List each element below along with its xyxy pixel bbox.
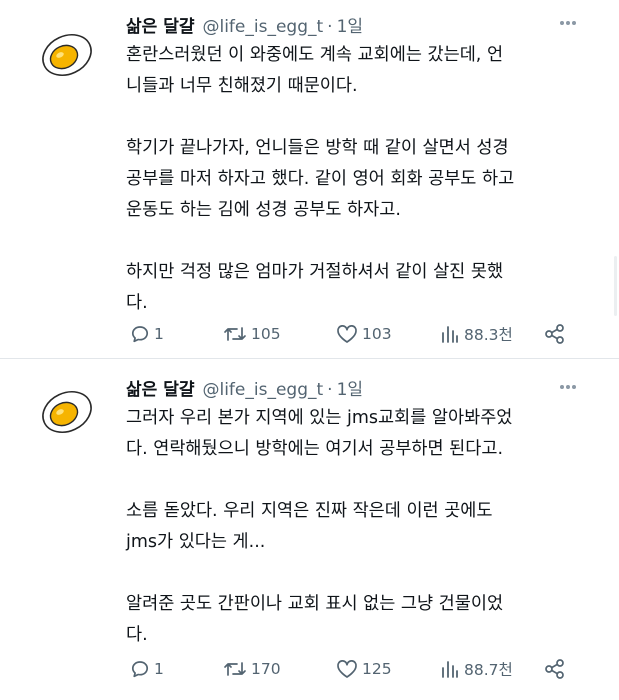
tweet-text: 혼란스러웠던 이 와중에도 계속 교회에는 갔는데, 언 니들과 너무 친해졌기… xyxy=(126,40,586,319)
retweet-icon xyxy=(224,327,246,341)
tweet-text: 그러자 우리 본가 지역에 있는 jms교회를 알아봐주었 다. 연락해뒀으니 … xyxy=(126,403,586,651)
share-button[interactable] xyxy=(544,657,570,681)
reply-count: 1 xyxy=(154,325,164,343)
retweet-count: 105 xyxy=(251,325,281,343)
tweet-header: 삶은 달걀 @life_is_egg_t · 1일 xyxy=(126,12,363,38)
heart-icon xyxy=(337,325,357,343)
retweet-count: 170 xyxy=(251,660,281,678)
boiled-egg-avatar-icon xyxy=(42,33,92,77)
timestamp[interactable]: 1일 xyxy=(337,17,363,37)
tweet-actions: 1 170 125 88.7천 xyxy=(130,657,590,681)
view-count: 88.3천 xyxy=(464,326,513,344)
scrollbar[interactable] xyxy=(614,256,617,316)
avatar[interactable] xyxy=(40,28,94,82)
tweet-paragraph: 알려준 곳도 간판이나 교회 표시 없는 그냥 건물이었 다. xyxy=(126,594,504,645)
tweet-actions: 1 105 103 88.3천 xyxy=(130,322,590,346)
reply-icon xyxy=(131,661,149,678)
retweet-button[interactable]: 170 xyxy=(223,657,281,681)
reply-icon xyxy=(131,326,149,343)
share-icon xyxy=(545,659,564,679)
tweet-paragraph: 소름 돋았다. 우리 지역은 진짜 작은데 이런 곳에도 jms가 있다는 게.… xyxy=(126,501,493,552)
view-count: 88.7천 xyxy=(464,661,513,679)
share-button[interactable] xyxy=(544,322,570,346)
tweet-divider xyxy=(0,358,619,359)
tweet-paragraph: 혼란스러웠던 이 와중에도 계속 교회에는 갔는데, 언 니들과 너무 친해졌기… xyxy=(126,45,504,96)
like-count: 103 xyxy=(362,325,392,343)
like-button[interactable]: 103 xyxy=(336,322,392,346)
reply-count: 1 xyxy=(154,660,164,678)
display-name[interactable]: 삶은 달걀 xyxy=(126,380,194,400)
reply-button[interactable]: 1 xyxy=(130,657,164,681)
share-icon xyxy=(545,324,564,344)
tweet-header: 삶은 달걀 @life_is_egg_t · 1일 xyxy=(126,375,363,401)
retweet-icon xyxy=(224,662,246,676)
timestamp[interactable]: 1일 xyxy=(337,380,363,400)
views-chart-icon xyxy=(442,326,458,343)
reply-button[interactable]: 1 xyxy=(130,322,164,346)
views-chart-icon xyxy=(442,661,458,678)
like-button[interactable]: 125 xyxy=(336,657,392,681)
retweet-button[interactable]: 105 xyxy=(223,322,281,346)
views-button[interactable]: 88.7천 xyxy=(440,657,513,681)
user-handle[interactable]: @life_is_egg_t xyxy=(202,380,323,400)
views-button[interactable]: 88.3천 xyxy=(440,322,513,346)
boiled-egg-avatar-icon xyxy=(42,390,92,434)
separator-dot: · xyxy=(327,380,333,400)
tweet-paragraph: 학기가 끝나가자, 언니들은 방학 때 같이 살면서 성경 공부를 마저 하자고… xyxy=(126,138,515,220)
more-icon[interactable] xyxy=(559,384,577,390)
avatar[interactable] xyxy=(40,385,94,439)
tweet[interactable]: 삶은 달걀 @life_is_egg_t · 1일 그러자 우리 본가 지역에 있는 … xyxy=(0,360,619,700)
tweet-paragraph: 하지만 걱정 많은 엄마가 거절하셔서 같이 살진 못했 다. xyxy=(126,262,504,313)
separator-dot: · xyxy=(327,17,333,37)
heart-icon xyxy=(337,660,357,678)
display-name[interactable]: 삶은 달걀 xyxy=(126,17,194,37)
like-count: 125 xyxy=(362,660,392,678)
tweet-paragraph: 그러자 우리 본가 지역에 있는 jms교회를 알아봐주었 다. 연락해뒀으니 … xyxy=(126,408,513,459)
user-handle[interactable]: @life_is_egg_t xyxy=(202,17,323,37)
tweet[interactable]: 삶은 달걀 @life_is_egg_t · 1일 혼란스러웠던 이 와중에도 계속 … xyxy=(0,0,619,360)
more-icon[interactable] xyxy=(559,20,577,26)
